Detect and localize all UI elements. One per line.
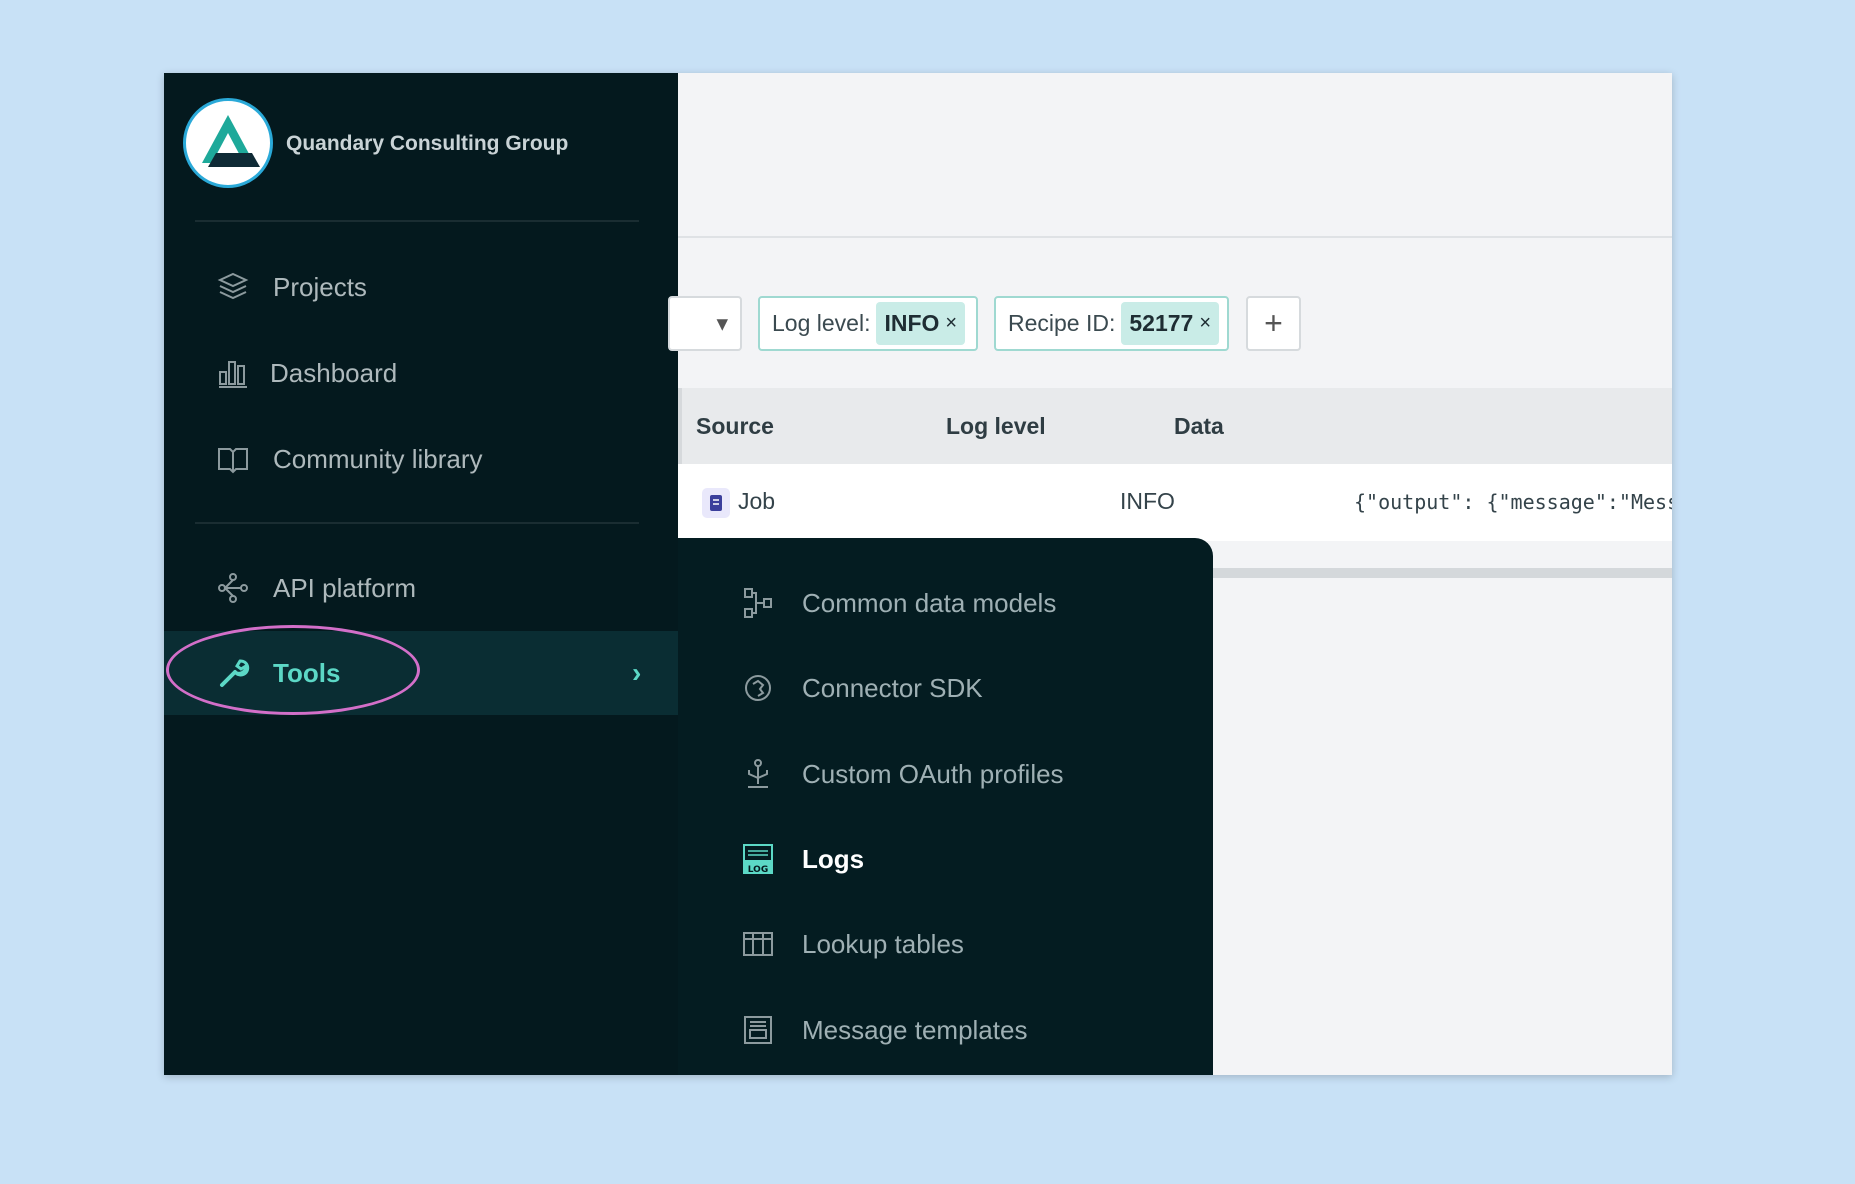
data-model-icon <box>742 587 774 619</box>
sidebar-item-api-platform[interactable]: API platform <box>164 546 678 630</box>
remove-filter-icon[interactable]: × <box>1199 312 1211 335</box>
caret-down-icon: ▾ <box>716 310 728 336</box>
remove-filter-icon[interactable]: × <box>945 312 957 335</box>
layers-icon <box>216 270 250 304</box>
table-row[interactable]: Job INFO {"output": {"message":"Message … <box>678 464 1672 541</box>
app-window: Quandary Consulting Group Projects Dashb… <box>164 73 1672 1075</box>
highlight-annotation <box>166 625 420 715</box>
menu-item-connector-sdk[interactable]: Connector SDK <box>678 653 1213 723</box>
book-icon <box>216 442 250 476</box>
job-icon <box>702 488 730 518</box>
logs-main: ▾ Log level: INFO × Recipe ID: 52177 × + S… <box>668 73 1672 1075</box>
menu-item-logs[interactable]: LOG Logs <box>678 824 1213 894</box>
filter-chip-recipe-id[interactable]: Recipe ID: 52177 × <box>994 296 1229 351</box>
svg-text:LOG: LOG <box>748 865 768 875</box>
menu-item-message-templates[interactable]: Message templates <box>678 995 1213 1065</box>
oauth-icon <box>742 758 774 790</box>
log-icon: LOG <box>742 843 774 875</box>
menu-item-common-data-models[interactable]: Common data models <box>678 568 1213 638</box>
menu-item-lookup-tables[interactable]: Lookup tables <box>678 909 1213 979</box>
table-header: Source Log level Data <box>678 388 1672 464</box>
menu-item-custom-oauth-profiles[interactable]: Custom OAuth profiles <box>678 739 1213 809</box>
add-filter-button[interactable]: + <box>1246 296 1301 351</box>
sdk-icon <box>742 672 774 704</box>
page-header <box>678 73 1672 238</box>
horizontal-scrollbar[interactable] <box>1213 568 1672 578</box>
sidebar-item-community-library[interactable]: Community library <box>164 417 678 501</box>
divider <box>195 220 639 222</box>
filter-dropdown[interactable]: ▾ <box>668 296 742 351</box>
org-name: Quandary Consulting Group <box>286 132 569 155</box>
api-icon <box>216 571 250 605</box>
filter-chip-log-level[interactable]: Log level: INFO × <box>758 296 978 351</box>
table-icon <box>742 928 774 960</box>
chevron-right-icon: › <box>632 657 642 688</box>
sidebar-item-projects[interactable]: Projects <box>164 245 678 329</box>
bar-chart-icon <box>216 356 250 390</box>
template-icon <box>742 1014 774 1046</box>
divider <box>195 522 639 524</box>
tools-flyout-menu: Common data models Connector SDK Custom … <box>678 538 1213 1075</box>
sidebar: Quandary Consulting Group Projects Dashb… <box>164 73 678 1075</box>
org-logo[interactable] <box>183 98 273 188</box>
sidebar-item-dashboard[interactable]: Dashboard <box>164 331 678 415</box>
